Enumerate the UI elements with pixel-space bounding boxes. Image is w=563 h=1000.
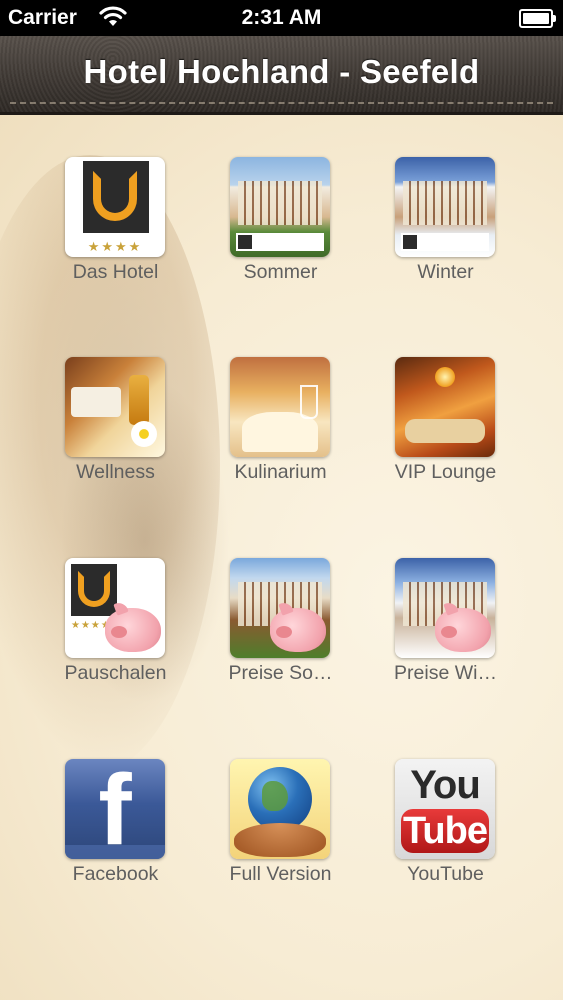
tile-preise-winter[interactable]: Preise Wi…: [363, 558, 528, 718]
navigation-bar: Hotel Hochland - Seefeld: [0, 36, 563, 115]
tile-label: Facebook: [72, 863, 159, 885]
summer-hotel-photo-icon: [230, 157, 330, 257]
hotel-stars: ★★★★: [87, 239, 143, 254]
tile-preise-sommer[interactable]: Preise So…: [198, 558, 363, 718]
tile-label: VIP Lounge: [394, 461, 497, 483]
tile-kulinarium[interactable]: Kulinarium: [198, 357, 363, 517]
piggybank-icon: [435, 608, 491, 652]
dining-table-icon: [230, 357, 330, 457]
packages-piggybank-icon: ★★★★: [65, 558, 165, 658]
youtube-you-text: You: [410, 763, 481, 807]
globe-in-hands-icon: [230, 759, 330, 859]
battery-icon: [519, 9, 556, 28]
youtube-tube-text: Tube: [401, 809, 489, 853]
tile-label: Sommer: [243, 261, 318, 283]
tile-vip-lounge[interactable]: VIP Lounge: [363, 357, 528, 517]
tile-label: Kulinarium: [234, 461, 327, 483]
clock-time: 2:31 AM: [241, 6, 322, 29]
tile-full-version[interactable]: Full Version: [198, 759, 363, 919]
tile-facebook[interactable]: f Facebook: [33, 759, 198, 919]
tile-pauschalen[interactable]: ★★★★ Pauschalen: [33, 558, 198, 718]
winter-prices-piggybank-icon: [395, 558, 495, 658]
tile-winter[interactable]: Winter: [363, 157, 528, 317]
piggybank-icon: [105, 608, 161, 652]
tile-wellness[interactable]: Wellness: [33, 357, 198, 517]
facebook-icon: f: [65, 759, 165, 859]
leather-stitch-divider: [10, 102, 553, 104]
tile-label: YouTube: [407, 863, 484, 885]
facebook-letter: f: [98, 759, 132, 859]
tile-label: Full Version: [229, 863, 332, 885]
youtube-icon: You Tube: [395, 759, 495, 859]
tile-label: Preise Wi…: [394, 662, 497, 684]
summer-prices-piggybank-icon: [230, 558, 330, 658]
wellness-spa-icon: [65, 357, 165, 457]
lounge-interior-icon: [395, 357, 495, 457]
tile-label: Pauschalen: [64, 662, 167, 684]
springboard-grid: ★★★★ Das Hotel Sommer Winter Wellness Ku…: [0, 115, 563, 1000]
tile-label: Preise So…: [228, 662, 333, 684]
page-title: Hotel Hochland - Seefeld: [83, 53, 480, 90]
winter-hotel-photo-icon: [395, 157, 495, 257]
tile-sommer[interactable]: Sommer: [198, 157, 363, 317]
tile-label: Wellness: [76, 461, 155, 483]
tile-youtube[interactable]: You Tube YouTube: [363, 759, 528, 919]
tile-label: Winter: [417, 261, 474, 283]
tile-das-hotel[interactable]: ★★★★ Das Hotel: [33, 157, 198, 317]
piggybank-icon: [270, 608, 326, 652]
status-bar: Carrier 2:31 AM: [0, 0, 563, 36]
hotel-logo-icon: ★★★★: [65, 157, 165, 257]
tile-label: Das Hotel: [72, 261, 159, 283]
